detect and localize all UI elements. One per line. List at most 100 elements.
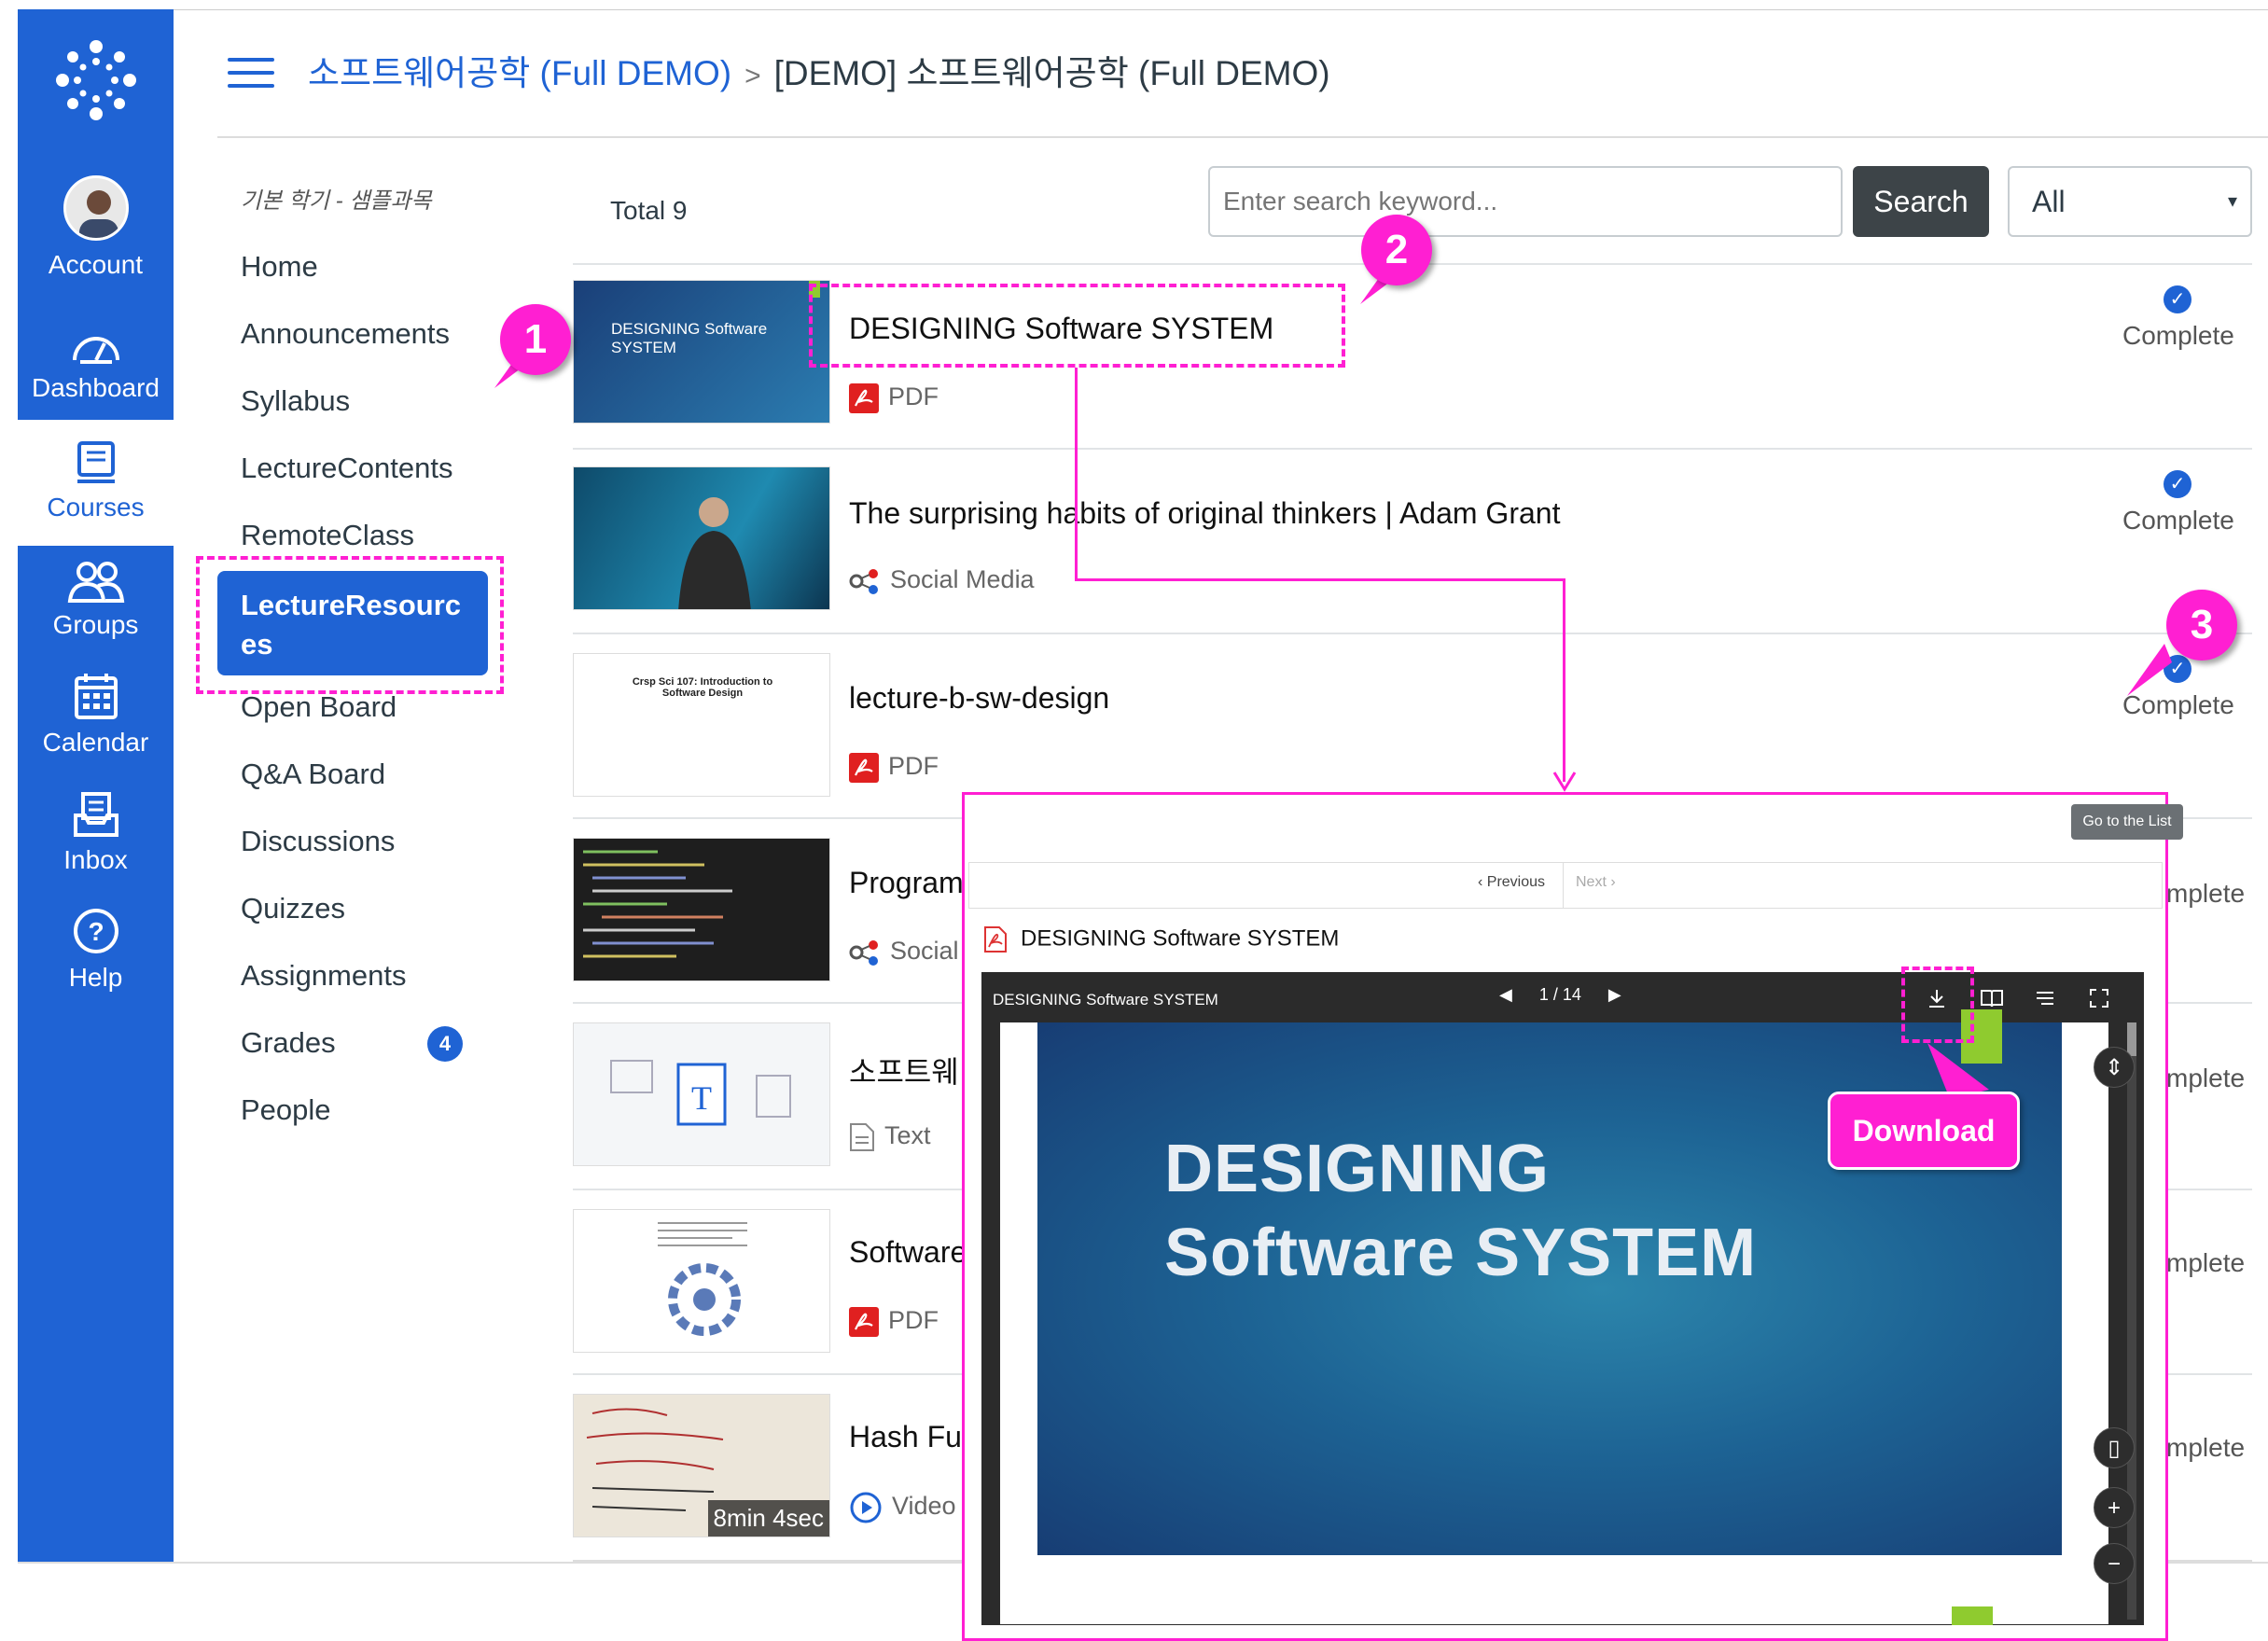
total-count: Total 9 bbox=[610, 196, 688, 225]
pdf-toolbar-title: DESIGNING Software SYSTEM bbox=[993, 991, 1218, 1008]
thumb-text: DESIGNING Software SYSTEM bbox=[611, 320, 768, 356]
item-status: mplete bbox=[2166, 1064, 2246, 1092]
play-icon bbox=[850, 1492, 882, 1523]
step-1-marker: 1 bbox=[500, 304, 571, 375]
nav-groups[interactable]: Groups bbox=[18, 560, 174, 640]
row-divider bbox=[573, 633, 2252, 634]
svg-text:T: T bbox=[691, 1079, 712, 1117]
nav-inbox[interactable]: Inbox bbox=[18, 791, 174, 875]
item-thumbnail[interactable]: DESIGNING Software SYSTEM bbox=[573, 280, 830, 424]
item-thumbnail[interactable]: 8min 4sec bbox=[573, 1394, 830, 1537]
course-nav-lecturecontents[interactable]: LectureContents bbox=[241, 452, 452, 485]
breadcrumb: 소프트웨어공학 (Full DEMO) > [DEMO] 소프트웨어공학 (Full… bbox=[308, 45, 1330, 95]
pdf-icon bbox=[984, 926, 1007, 953]
item-title[interactable]: Hash Fu bbox=[849, 1420, 962, 1454]
course-nav-qa-board[interactable]: Q&A Board bbox=[241, 758, 385, 791]
pdf-icon bbox=[849, 1306, 879, 1337]
item-title[interactable]: Software bbox=[849, 1235, 967, 1270]
course-nav-people[interactable]: People bbox=[241, 1093, 331, 1127]
item-thumbnail[interactable]: Crsp Sci 107: Introduction to Software D… bbox=[573, 653, 830, 797]
course-nav-assignments[interactable]: Assignments bbox=[241, 959, 406, 993]
course-nav-grades[interactable]: Grades bbox=[241, 1026, 336, 1060]
video-duration: 8min 4sec bbox=[707, 1500, 829, 1537]
scrollbar[interactable] bbox=[2127, 1022, 2136, 1620]
canvas-logo-icon[interactable] bbox=[53, 37, 139, 123]
page-fit-icon[interactable]: ▯ bbox=[2094, 1427, 2135, 1468]
previous-link[interactable]: ‹ Previous bbox=[1478, 874, 1545, 891]
item-title[interactable]: lecture-b-sw-design bbox=[849, 681, 1109, 716]
item-thumbnail[interactable] bbox=[573, 838, 830, 981]
check-icon: ✓ bbox=[2164, 285, 2191, 313]
filter-select[interactable]: All ▾ bbox=[2008, 166, 2252, 237]
nav-inbox-label: Inbox bbox=[63, 845, 128, 874]
item-type: PDF bbox=[849, 382, 939, 413]
pdf-icon bbox=[849, 382, 879, 413]
menu-lines-icon[interactable] bbox=[2034, 989, 2056, 1008]
download-callout: Download bbox=[1828, 1092, 2020, 1170]
go-to-list-button[interactable]: Go to the List bbox=[2071, 804, 2183, 840]
zoom-out-icon[interactable]: − bbox=[2094, 1543, 2135, 1584]
item-type: Social Media bbox=[849, 565, 1035, 595]
course-nav-syllabus[interactable]: Syllabus bbox=[241, 384, 350, 418]
book-icon[interactable] bbox=[1980, 987, 2004, 1009]
step-3-marker: 3 bbox=[2166, 590, 2237, 661]
breadcrumb-course-link[interactable]: 소프트웨어공학 (Full DEMO) bbox=[308, 54, 731, 92]
fullscreen-icon[interactable] bbox=[2088, 987, 2110, 1009]
courses-icon bbox=[77, 441, 115, 483]
callout-tail bbox=[1927, 1043, 1989, 1099]
divider bbox=[1563, 863, 1564, 908]
item-thumbnail[interactable]: T bbox=[573, 1022, 830, 1166]
item-type: PDF bbox=[849, 1306, 939, 1337]
connector-line bbox=[1075, 368, 1078, 580]
course-nav-quizzes[interactable]: Quizzes bbox=[241, 892, 345, 925]
slide-title-line2: Software SYSTEM bbox=[1164, 1216, 1758, 1290]
nav-account[interactable]: Account bbox=[18, 175, 174, 280]
share-icon bbox=[849, 568, 878, 594]
nav-dashboard[interactable]: Dashboard bbox=[18, 325, 174, 403]
nav-help[interactable]: ? Help bbox=[18, 907, 174, 993]
arrow-down-icon bbox=[1552, 772, 1577, 792]
course-nav-announcements[interactable]: Announcements bbox=[241, 317, 450, 351]
course-nav-remoteclass[interactable]: RemoteClass bbox=[241, 519, 414, 552]
hamburger-menu-icon[interactable] bbox=[228, 58, 274, 88]
pdf-viewer-popup: Go to the List ‹ Previous Next › DESIGNI… bbox=[962, 792, 2183, 1641]
zoom-in-icon[interactable]: + bbox=[2094, 1487, 2135, 1528]
highlight-download bbox=[1901, 967, 1974, 1043]
search-button[interactable]: Search bbox=[1853, 166, 1989, 237]
inbox-icon bbox=[73, 792, 118, 837]
course-nav-home[interactable]: Home bbox=[241, 250, 318, 284]
prev-next-bar: ‹ Previous Next › bbox=[968, 862, 2163, 909]
slide-accent bbox=[1952, 1606, 1993, 1625]
item-status: mplete bbox=[2166, 879, 2246, 908]
item-status: mplete bbox=[2166, 1248, 2246, 1277]
share-icon bbox=[849, 939, 878, 966]
course-nav-discussions[interactable]: Discussions bbox=[241, 825, 395, 858]
nav-calendar[interactable]: Calendar bbox=[18, 672, 174, 758]
item-type: PDF bbox=[849, 752, 939, 783]
prev-page-icon[interactable]: ◀ bbox=[1499, 985, 1512, 1004]
avatar bbox=[63, 175, 129, 241]
item-thumbnail[interactable] bbox=[573, 1209, 830, 1353]
course-nav-open-board[interactable]: Open Board bbox=[241, 690, 397, 724]
item-type: Social bbox=[849, 937, 959, 967]
next-link[interactable]: Next › bbox=[1576, 874, 1616, 891]
scrollbar-thumb[interactable] bbox=[2127, 1022, 2136, 1056]
nav-courses[interactable]: Courses bbox=[18, 420, 174, 546]
callout-tail bbox=[2127, 644, 2172, 696]
connector-line bbox=[1563, 578, 1565, 782]
fit-height-icon[interactable]: ⇕ bbox=[2094, 1047, 2135, 1088]
item-thumbnail[interactable] bbox=[573, 466, 830, 610]
nav-account-label: Account bbox=[48, 250, 144, 279]
svg-text:?: ? bbox=[88, 917, 104, 946]
item-title[interactable]: 소프트웨 bbox=[849, 1049, 959, 1092]
course-term: 기본 학기 - 샘플과목 bbox=[241, 188, 432, 214]
item-title[interactable]: Program bbox=[849, 866, 964, 900]
next-page-icon[interactable]: ▶ bbox=[1608, 985, 1621, 1004]
nav-help-label: Help bbox=[68, 963, 123, 992]
grades-badge: 4 bbox=[427, 1026, 463, 1062]
slide-title-line1: DESIGNING bbox=[1164, 1132, 1551, 1206]
row-divider bbox=[573, 448, 2252, 450]
search-input[interactable] bbox=[1208, 166, 1843, 237]
page-controls: ◀ 1 / 14 ▶ bbox=[1499, 985, 1621, 1005]
item-title[interactable]: The surprising habits of original thinke… bbox=[849, 496, 1560, 531]
